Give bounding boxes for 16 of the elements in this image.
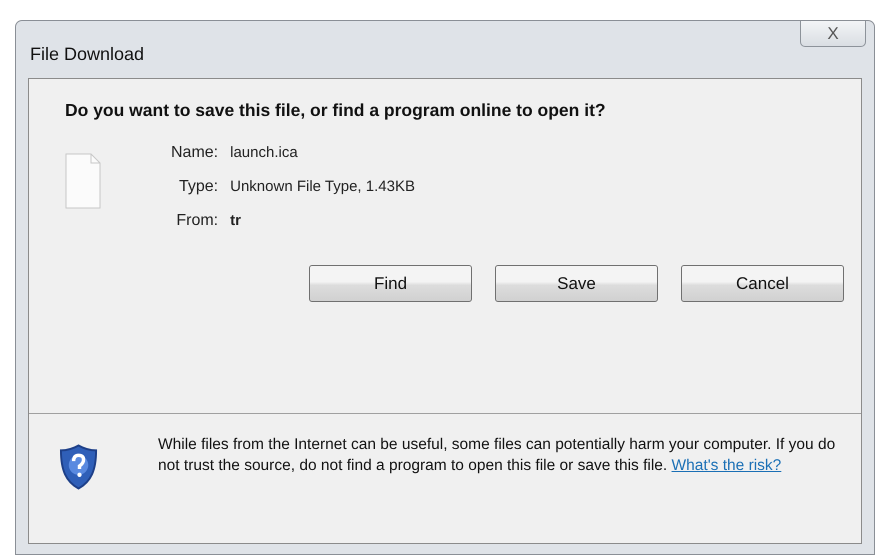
field-value: tr: [230, 211, 242, 231]
file-icon: [65, 153, 101, 210]
field-label: Name:: [171, 143, 218, 164]
warning-text: While files from the Internet can be useful, some files can potentially harm your computer. If you do not trust the source, do not find a program to open this file or save this file. What's the risk?: [158, 435, 836, 476]
question-text: Do you want to save this file, or find a program online to open it?: [65, 99, 607, 122]
dialog-button[interactable]: Save: [495, 265, 658, 302]
dialog-button[interactable]: Cancel: [681, 265, 844, 302]
field-label: Type:: [178, 177, 218, 198]
shield-question-icon: [59, 444, 98, 490]
risk-link[interactable]: What's the risk?: [672, 457, 782, 474]
field-value: launch.ica: [230, 143, 299, 163]
dialog-button[interactable]: Find: [309, 265, 472, 302]
field-value: Unknown File Type, 1.43KB: [230, 177, 415, 197]
window-title: File Download: [30, 43, 144, 66]
field-label: From:: [175, 211, 218, 232]
close-button[interactable]: X: [800, 21, 866, 47]
